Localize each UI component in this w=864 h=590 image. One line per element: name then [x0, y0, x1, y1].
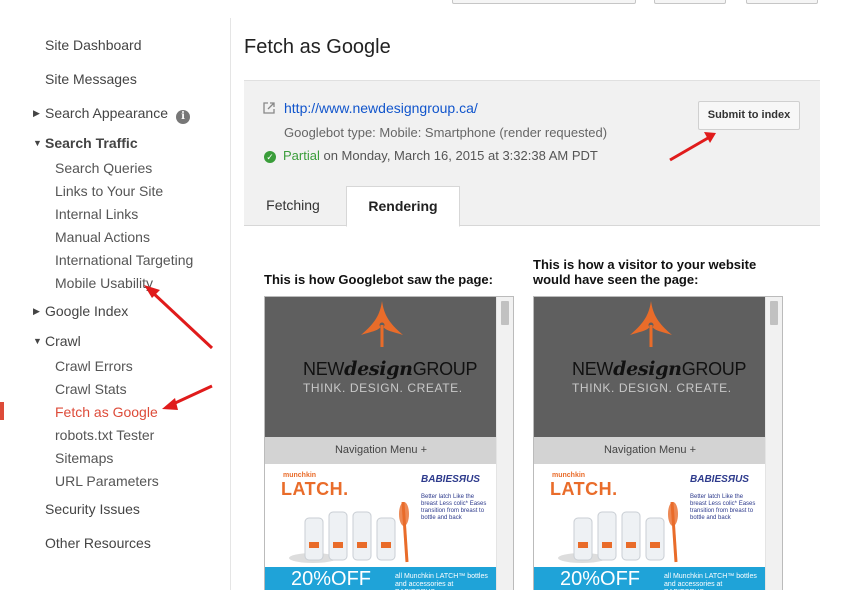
sidebar-item-security-issues[interactable]: Security Issues	[45, 501, 140, 517]
promo-banner: munchkin LATCH. BABIESЯUS Better latch L…	[265, 464, 497, 590]
sidebar-item-crawl-errors[interactable]: Crawl Errors	[55, 358, 133, 374]
triangle-down-icon[interactable]: ▼	[33, 138, 42, 148]
visitor-render-preview[interactable]: NEWdesignGROUP THINK. DESIGN. CREATE. Na…	[533, 296, 783, 590]
top-toolbar-button[interactable]	[654, 0, 726, 4]
sidebar-item-manual-actions[interactable]: Manual Actions	[55, 229, 150, 245]
bottles-image	[289, 502, 409, 563]
site-brand: NEWdesignGROUP	[572, 358, 747, 380]
sidebar-item-fetch-as-google[interactable]: Fetch as Google	[55, 404, 158, 420]
site-tagline: THINK. DESIGN. CREATE.	[303, 381, 463, 395]
sidebar-item-mobile-usability[interactable]: Mobile Usability	[55, 275, 153, 291]
sale-banner: 20%OFF all Munchkin LATCH™ bottles and a…	[534, 567, 766, 590]
site-logo-icon	[361, 301, 403, 347]
page-title: Fetch as Google	[244, 36, 391, 58]
site-tagline: THINK. DESIGN. CREATE.	[572, 381, 732, 395]
external-link-icon[interactable]	[263, 102, 275, 114]
sale-banner: 20%OFF all Munchkin LATCH™ bottles and a…	[265, 567, 497, 590]
visitor-caption-line2: would have seen the page:	[533, 272, 699, 287]
site-header: NEWdesignGROUP THINK. DESIGN. CREATE.	[265, 297, 497, 437]
sidebar-item-label: Search Appearance	[45, 105, 168, 121]
status-badge: Partial	[283, 148, 320, 163]
sidebar-item-search-appearance[interactable]: Search Appearance i	[45, 105, 190, 124]
sidebar-item-crawl[interactable]: Crawl	[45, 333, 81, 349]
sidebar-item-search-queries[interactable]: Search Queries	[55, 160, 152, 176]
scrollbar-thumb[interactable]	[770, 301, 778, 325]
active-indicator	[0, 402, 4, 420]
googlebot-render-preview[interactable]: NEWdesignGROUP THINK. DESIGN. CREATE. Na…	[264, 296, 514, 590]
info-icon[interactable]: i	[175, 110, 190, 124]
sidebar-item-robots-txt-tester[interactable]: robots.txt Tester	[55, 427, 154, 443]
scrollbar-thumb[interactable]	[501, 301, 509, 325]
sidebar-item-other-resources[interactable]: Other Resources	[45, 535, 151, 551]
preview-scrollbar[interactable]	[765, 297, 782, 590]
submit-to-index-button[interactable]: Submit to index	[698, 101, 800, 130]
fetched-url-link[interactable]: http://www.newdesigngroup.ca/	[284, 100, 478, 116]
sidebar-item-site-messages[interactable]: Site Messages	[45, 71, 137, 87]
sidebar-item-links-to-your-site[interactable]: Links to Your Site	[55, 183, 163, 199]
googlebot-type: Googlebot type: Mobile: Smartphone (rend…	[284, 125, 608, 140]
triangle-right-icon[interactable]: ▶	[33, 306, 40, 317]
sidebar-item-site-dashboard[interactable]: Site Dashboard	[45, 37, 142, 53]
sidebar-item-international-targeting[interactable]: International Targeting	[55, 252, 193, 268]
triangle-right-icon[interactable]: ▶	[33, 108, 40, 119]
check-circle-icon: ✓	[264, 151, 276, 163]
preview-scrollbar[interactable]	[496, 297, 513, 590]
site-logo-icon	[630, 301, 672, 347]
tab-fetching[interactable]: Fetching	[244, 186, 342, 226]
sidebar-item-sitemaps[interactable]: Sitemaps	[55, 450, 113, 466]
bottles-image	[558, 502, 678, 563]
status-timestamp: on Monday, March 16, 2015 at 3:32:38 AM …	[319, 148, 598, 163]
tab-divider	[244, 225, 820, 226]
site-nav-menu: Navigation Menu +	[265, 437, 497, 464]
site-brand: NEWdesignGROUP	[303, 358, 478, 380]
sidebar-item-crawl-stats[interactable]: Crawl Stats	[55, 381, 127, 397]
site-header: NEWdesignGROUP THINK. DESIGN. CREATE.	[534, 297, 766, 437]
promo-banner: munchkin LATCH. BABIESЯUS Better latch L…	[534, 464, 766, 590]
fetch-status: ✓ Partial on Monday, March 16, 2015 at 3:…	[264, 148, 598, 163]
site-nav-menu: Navigation Menu +	[534, 437, 766, 464]
triangle-down-icon[interactable]: ▼	[33, 336, 42, 346]
top-toolbar-button[interactable]	[746, 0, 818, 4]
googlebot-caption: This is how Googlebot saw the page:	[264, 272, 493, 287]
tab-rendering[interactable]: Rendering	[346, 186, 460, 227]
sidebar-item-google-index[interactable]: Google Index	[45, 303, 128, 319]
sidebar-item-search-traffic[interactable]: Search Traffic	[45, 135, 138, 151]
top-toolbar-button[interactable]	[452, 0, 636, 4]
sidebar-item-internal-links[interactable]: Internal Links	[55, 206, 138, 222]
sidebar-item-url-parameters[interactable]: URL Parameters	[55, 473, 159, 489]
visitor-caption-line1: This is how a visitor to your website	[533, 257, 757, 272]
